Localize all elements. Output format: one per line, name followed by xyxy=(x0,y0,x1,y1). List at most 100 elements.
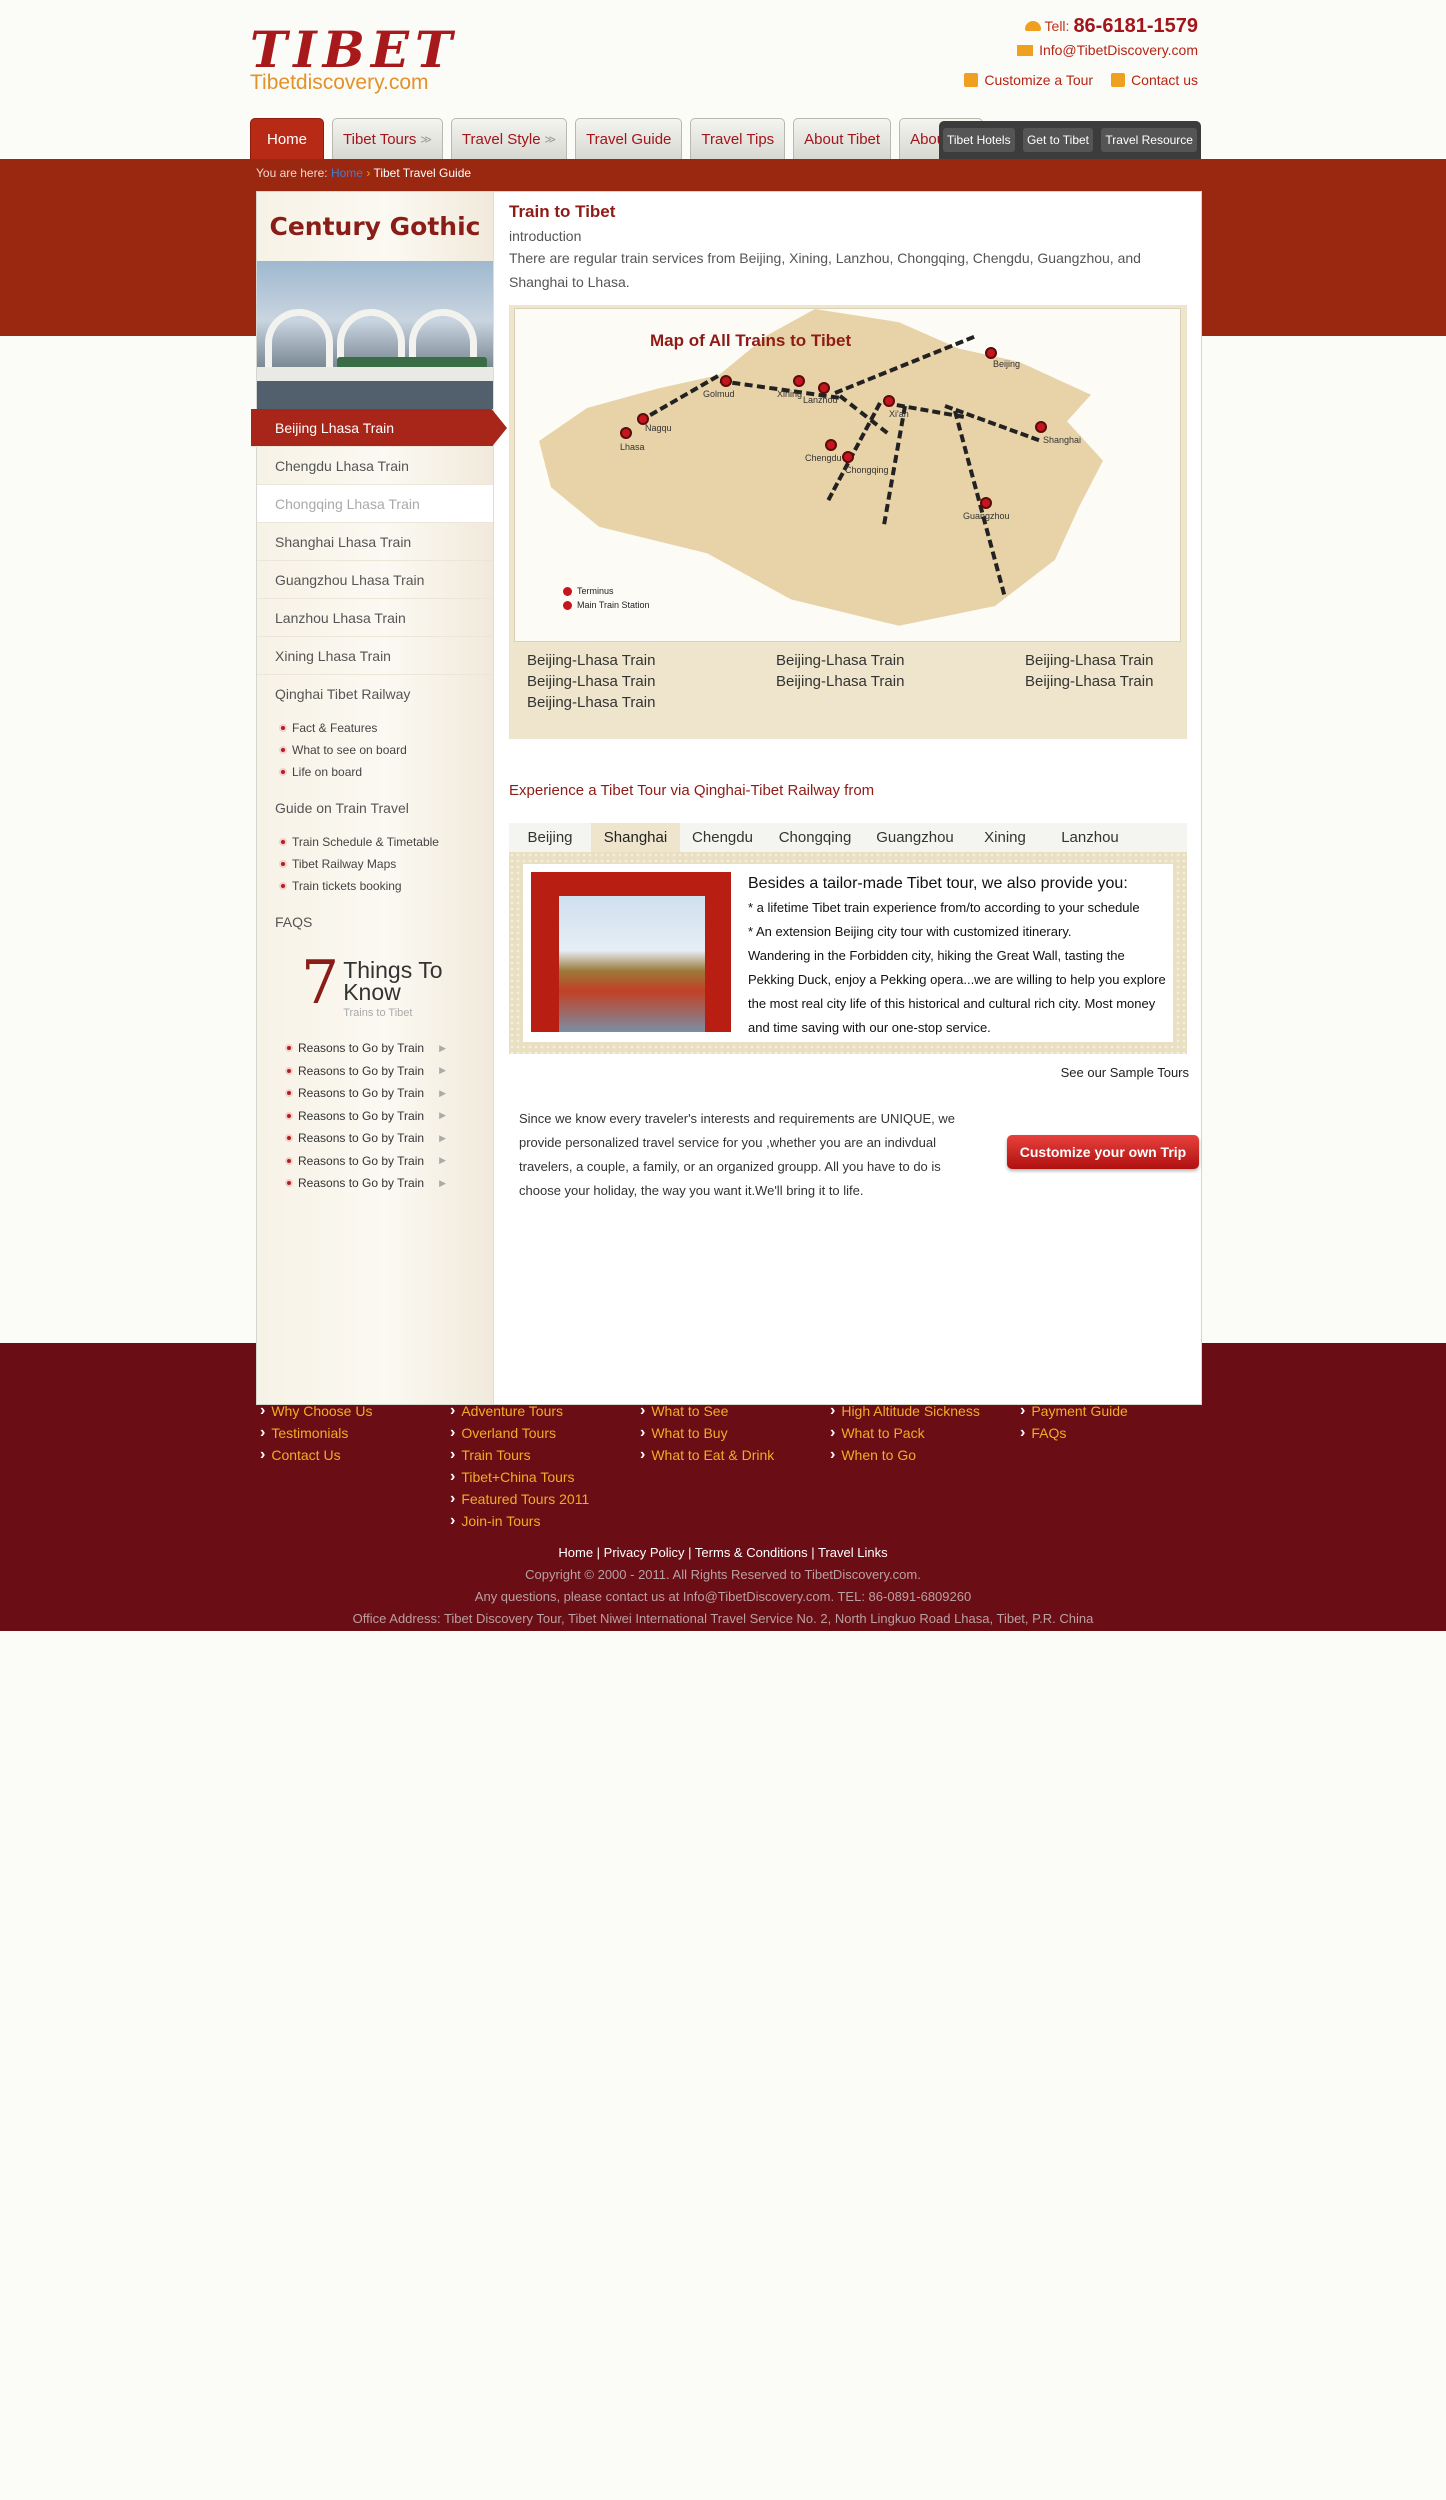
footer-bottom-links[interactable]: Home | Privacy Policy | Terms & Conditio… xyxy=(0,1542,1446,1564)
train-link[interactable]: Beijing-Lhasa Train xyxy=(527,652,776,669)
station-marker[interactable] xyxy=(842,451,854,463)
submenu-item[interactable]: What to see on board xyxy=(279,739,493,761)
station-marker[interactable] xyxy=(620,427,632,439)
sidebar-item-faqs[interactable]: FAQS xyxy=(257,903,493,941)
reason-label[interactable]: Reasons to Go by Train xyxy=(298,1131,424,1145)
footer-link[interactable]: What to See xyxy=(640,1400,830,1422)
tab-guangzhou[interactable]: Guangzhou xyxy=(865,823,965,852)
tab-travel-style[interactable]: Travel Style ≫ xyxy=(450,118,568,159)
station-marker[interactable] xyxy=(985,347,997,359)
tab-get-to-tibet[interactable]: Get to Tibet xyxy=(1022,128,1094,152)
tab-tibet-hotels[interactable]: Tibet Hotels xyxy=(943,128,1015,152)
sidebar-item-xining[interactable]: Xining Lhasa Train xyxy=(257,637,493,675)
tab-tibet-tours[interactable]: Tibet Tours ≫ xyxy=(332,118,443,159)
station-marker[interactable] xyxy=(980,497,992,509)
footer-link[interactable]: What to Eat & Drink xyxy=(640,1444,830,1466)
tab-about-tibet-label[interactable]: About Tibet xyxy=(804,131,880,148)
footer-link[interactable]: FAQs xyxy=(1020,1422,1210,1444)
footer-link[interactable]: When to Go xyxy=(830,1444,1020,1466)
submenu-label[interactable]: Fact & Features xyxy=(292,721,377,735)
train-link[interactable]: Beijing-Lhasa Train xyxy=(776,652,1025,669)
train-link[interactable]: Beijing-Lhasa Train xyxy=(527,673,776,690)
submenu-label[interactable]: Life on board xyxy=(292,765,362,779)
station-marker[interactable] xyxy=(720,375,732,387)
tab-travel-guide-label[interactable]: Travel Guide xyxy=(586,131,671,148)
submenu-item[interactable]: Tibet Railway Maps xyxy=(279,853,493,875)
tab-chengdu[interactable]: Chengdu xyxy=(680,823,765,852)
reason-item[interactable]: Reasons to Go by Train ▶ xyxy=(285,1150,493,1173)
footer-link[interactable]: Contact Us xyxy=(260,1444,450,1466)
submenu-item[interactable]: Fact & Features xyxy=(279,717,493,739)
footer-link[interactable]: What to Pack xyxy=(830,1422,1020,1444)
train-link[interactable]: Beijing-Lhasa Train xyxy=(1025,673,1185,690)
sidebar-item-guide[interactable]: Guide on Train Travel xyxy=(257,789,493,827)
sidebar-item-shanghai[interactable]: Shanghai Lhasa Train xyxy=(257,523,493,561)
sidebar-item-guangzhou[interactable]: Guangzhou Lhasa Train xyxy=(257,561,493,599)
footer-link[interactable]: Featured Tours 2011 xyxy=(450,1488,640,1510)
footer-link[interactable]: High Altitude Sickness xyxy=(830,1400,1020,1422)
reason-label[interactable]: Reasons to Go by Train xyxy=(298,1109,424,1123)
tab-home[interactable]: Home xyxy=(250,118,325,159)
tab-travel-resource[interactable]: Travel Resource xyxy=(1101,128,1197,152)
tab-travel-tips[interactable]: Travel Tips xyxy=(690,118,786,159)
sidebar-item-qinghai[interactable]: Qinghai Tibet Railway xyxy=(257,675,493,713)
customize-label[interactable]: Customize a Tour xyxy=(984,72,1093,88)
submenu-label[interactable]: Train tickets booking xyxy=(292,879,402,893)
email[interactable]: Info@TibetDiscovery.com xyxy=(964,42,1198,58)
reason-label[interactable]: Reasons to Go by Train xyxy=(298,1154,424,1168)
footer-link[interactable]: Join-in Tours xyxy=(450,1510,640,1532)
tab-travel-guide[interactable]: Travel Guide xyxy=(575,118,683,159)
footer-link[interactable]: What to Buy xyxy=(640,1422,830,1444)
see-sample-tours-link[interactable]: See our Sample Tours xyxy=(1061,1065,1189,1080)
reason-label[interactable]: Reasons to Go by Train xyxy=(298,1176,424,1190)
footer-link[interactable]: Testimonials xyxy=(260,1422,450,1444)
sidebar-item-chengdu[interactable]: Chengdu Lhasa Train xyxy=(257,447,493,485)
station-marker[interactable] xyxy=(883,395,895,407)
contact-label[interactable]: Contact us xyxy=(1131,72,1198,88)
email-text[interactable]: Info@TibetDiscovery.com xyxy=(1039,42,1198,58)
train-link[interactable]: Beijing-Lhasa Train xyxy=(1025,652,1185,669)
station-marker[interactable] xyxy=(825,439,837,451)
reason-item[interactable]: Reasons to Go by Train ▶ xyxy=(285,1060,493,1083)
tab-chongqing[interactable]: Chongqing xyxy=(765,823,865,852)
reason-label[interactable]: Reasons to Go by Train xyxy=(298,1064,424,1078)
customize-trip-button[interactable]: Customize your own Trip xyxy=(1007,1135,1199,1169)
reason-item[interactable]: Reasons to Go by Train ▶ xyxy=(285,1127,493,1150)
reason-item[interactable]: Reasons to Go by Train ▶ xyxy=(285,1037,493,1060)
tab-lanzhou[interactable]: Lanzhou xyxy=(1045,823,1135,852)
footer-link[interactable]: Payment Guide xyxy=(1020,1400,1210,1422)
reason-item[interactable]: Reasons to Go by Train ▶ xyxy=(285,1105,493,1128)
tab-home-label[interactable]: Home xyxy=(267,131,307,148)
tab-shanghai[interactable]: Shanghai xyxy=(591,823,680,852)
reason-item[interactable]: Reasons to Go by Train ▶ xyxy=(285,1082,493,1105)
footer-link[interactable]: Tibet+China Tours xyxy=(450,1466,640,1488)
station-marker[interactable] xyxy=(818,382,830,394)
footer-link[interactable]: Adventure Tours xyxy=(450,1400,640,1422)
sidebar-item-beijing[interactable]: Beijing Lhasa Train xyxy=(251,409,507,447)
tab-travel-tips-label[interactable]: Travel Tips xyxy=(701,131,774,148)
footer-link[interactable]: Overland Tours xyxy=(450,1422,640,1444)
station-marker[interactable] xyxy=(1035,421,1047,433)
tab-tibet-tours-label[interactable]: Tibet Tours xyxy=(343,131,416,148)
customize-link[interactable]: Customize a Tour xyxy=(964,72,1093,88)
sidebar-item-chongqing[interactable]: Chongqing Lhasa Train xyxy=(257,485,493,523)
submenu-label[interactable]: What to see on board xyxy=(292,743,407,757)
footer-link[interactable]: Why Choose Us xyxy=(260,1400,450,1422)
submenu-item[interactable]: Train Schedule & Timetable xyxy=(279,831,493,853)
footer-link[interactable]: Train Tours xyxy=(450,1444,640,1466)
reason-label[interactable]: Reasons to Go by Train xyxy=(298,1086,424,1100)
tab-about-tibet[interactable]: About Tibet xyxy=(793,118,892,159)
tab-travel-style-label[interactable]: Travel Style xyxy=(462,131,541,148)
submenu-label[interactable]: Tibet Railway Maps xyxy=(292,857,396,871)
logo[interactable]: TIBET Tibetdiscovery.com xyxy=(250,25,458,94)
train-link[interactable]: Beijing-Lhasa Train xyxy=(527,694,776,711)
contact-link[interactable]: Contact us xyxy=(1111,72,1198,88)
reason-label[interactable]: Reasons to Go by Train xyxy=(298,1041,424,1055)
train-link[interactable]: Beijing-Lhasa Train xyxy=(776,673,1025,690)
submenu-label[interactable]: Train Schedule & Timetable xyxy=(292,835,439,849)
submenu-item[interactable]: Life on board xyxy=(279,761,493,783)
tab-beijing[interactable]: Beijing xyxy=(509,823,591,852)
reason-item[interactable]: Reasons to Go by Train ▶ xyxy=(285,1172,493,1195)
tab-xining[interactable]: Xining xyxy=(965,823,1045,852)
submenu-item[interactable]: Train tickets booking xyxy=(279,875,493,897)
